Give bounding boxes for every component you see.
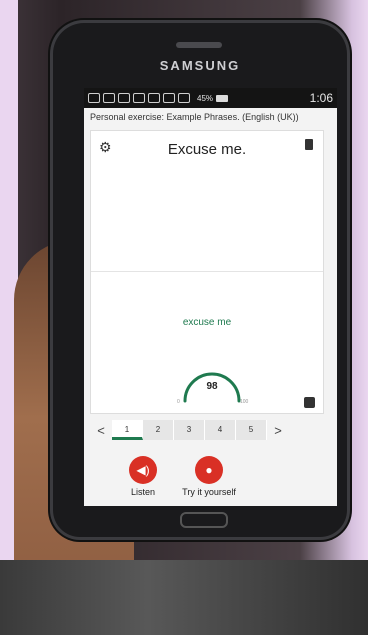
gauge-min-label: 0: [177, 399, 180, 405]
alarm-icon: [178, 93, 190, 103]
battery-percent: 45%: [197, 93, 214, 103]
notification-icon: [103, 93, 115, 103]
notification-icon: [148, 93, 160, 103]
surface-background: [0, 560, 368, 635]
page-tab-4[interactable]: 4: [205, 420, 236, 440]
listen-label: Listen: [130, 487, 156, 497]
phone-screen: 45% 1:06 Personal exercise: Example Phra…: [84, 88, 337, 506]
phone-speaker: [176, 42, 222, 48]
phrase-pager: < 1 2 3 4 5 >: [90, 418, 328, 442]
battery-icon: [216, 94, 229, 102]
listen-button[interactable]: ◀) Listen: [108, 456, 178, 497]
bluetooth-icon: [163, 93, 175, 103]
recognized-text: excuse me: [182, 317, 232, 328]
try-label: Try it yourself: [182, 487, 236, 497]
page-tab-5[interactable]: 5: [236, 420, 267, 440]
phone-brand: SAMSUNG: [159, 58, 241, 73]
prev-page-button[interactable]: <: [90, 423, 112, 438]
bar-chart-icon[interactable]: [304, 397, 315, 408]
speaker-icon: ◀): [129, 456, 157, 484]
trash-icon[interactable]: [305, 139, 313, 150]
page-tab-2[interactable]: 2: [143, 420, 174, 440]
card-divider: [91, 271, 323, 272]
status-time: 1:06: [309, 91, 333, 105]
target-phrase: Excuse me.: [167, 141, 247, 158]
phrase-card: ⚙ Excuse me. excuse me 98 0 100: [90, 130, 324, 414]
page-tab-1[interactable]: 1: [112, 420, 143, 440]
status-bar: 45% 1:06: [84, 88, 337, 108]
page-tab-3[interactable]: 3: [174, 420, 205, 440]
score-value: 98: [206, 381, 218, 392]
try-it-yourself-button[interactable]: ● Try it yourself: [174, 456, 244, 497]
action-bar: ◀) Listen ● Try it yourself: [84, 456, 337, 506]
gauge-max-label: 100: [240, 399, 249, 405]
microphone-icon: ●: [195, 456, 223, 484]
notification-icon: [133, 93, 145, 103]
notification-icon: [88, 93, 100, 103]
exercise-title: Personal exercise: Example Phrases. (Eng…: [90, 112, 299, 122]
next-page-button[interactable]: >: [267, 423, 289, 438]
notification-icon: [118, 93, 130, 103]
home-button[interactable]: [180, 512, 228, 528]
